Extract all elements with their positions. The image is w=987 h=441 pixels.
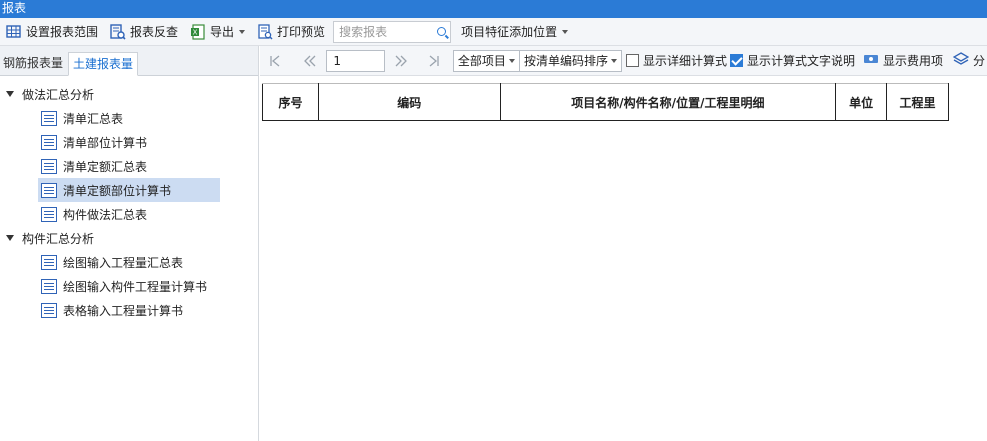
column-header-quantity: 工程里: [886, 83, 949, 121]
show-text-desc-checkbox[interactable]: [729, 54, 743, 67]
tree-group-label: 做法汇总分析: [22, 87, 95, 102]
tree-item-bill-part-calc[interactable]: 清单部位计算书: [38, 130, 220, 154]
first-page-icon[interactable]: [264, 50, 285, 72]
layers-icon: [952, 52, 970, 69]
left-panel: 钢筋报表量 土建报表量 做法汇总分析 清单汇总表 清单部位计算书 清单定额汇总表…: [0, 46, 259, 441]
tab-rebar-report[interactable]: 钢筋报表量: [0, 51, 68, 75]
sort-value: 按清单编码排序: [523, 54, 608, 68]
toolbar: 设置报表范围 报表反查 X 导出 打印预览 搜索报表 项目特征添加位置: [0, 18, 987, 46]
tree-item-bill-quota-part-calc[interactable]: 清单定额部位计算书: [38, 178, 220, 202]
feature-position-label: 项目特征添加位置: [461, 25, 558, 39]
print-preview-label: 打印预览: [277, 25, 326, 39]
chevron-down-icon: [610, 58, 617, 63]
tree-group-component-summary[interactable]: 构件汇总分析: [0, 226, 258, 250]
tree-item-label: 清单部位计算书: [63, 135, 148, 150]
report-check-button[interactable]: 报表反查: [106, 20, 182, 44]
chevron-down-icon: [562, 29, 569, 34]
report-table: 序号 编码 项目名称/构件名称/位置/工程里明细 单位 工程里: [262, 83, 949, 121]
page-number-input[interactable]: 1: [326, 49, 385, 72]
tab-civil-report[interactable]: 土建报表量: [68, 52, 139, 76]
show-detail-option[interactable]: 显示详细计算式: [622, 52, 727, 69]
project-filter-value: 全部项目: [457, 54, 506, 68]
expand-triangle-icon[interactable]: [6, 91, 14, 97]
last-page-icon[interactable]: [424, 50, 445, 72]
tree-item-bill-quota-summary[interactable]: 清单定额汇总表: [38, 154, 220, 178]
report-doc-icon: [41, 206, 57, 222]
column-header-code: 编码: [317, 83, 501, 121]
chevron-down-icon: [239, 29, 246, 34]
set-report-range-button[interactable]: 设置报表范围: [2, 20, 102, 44]
tree-item-table-quantity-calc[interactable]: 表格输入工程量计算书: [38, 298, 220, 322]
report-search-placeholder: 搜索报表: [339, 25, 388, 39]
show-detail-checkbox[interactable]: [625, 54, 639, 67]
report-view: 1 全部项目 按清单编码排序 显示详细计算式 显示计算式文字说明 显示费用项 分…: [260, 46, 987, 441]
report-doc-icon: [41, 158, 57, 174]
chevron-down-icon: [508, 58, 515, 63]
report-navbar: 1 全部项目 按清单编码排序 显示详细计算式 显示计算式文字说明 显示费用项 分: [260, 46, 987, 76]
column-header-name: 项目名称/构件名称/位置/工程里明细: [499, 83, 837, 121]
tree-item-drawing-quantity-summary[interactable]: 绘图输入工程量汇总表: [38, 250, 220, 274]
search-icon[interactable]: [437, 27, 447, 36]
set-report-range-label: 设置报表范围: [26, 25, 99, 39]
report-doc-icon: [41, 110, 57, 126]
report-doc-icon: [41, 254, 57, 270]
cost-icon: [863, 53, 879, 68]
tree-item-label: 构件做法汇总表: [63, 207, 148, 222]
print-preview-icon: [257, 23, 273, 40]
export-label: 导出: [210, 25, 235, 39]
show-cost-label: 显示费用项: [882, 54, 943, 68]
report-search-icon: [110, 23, 126, 40]
show-text-desc-option[interactable]: 显示计算式文字说明: [729, 52, 855, 69]
svg-text:X: X: [193, 28, 198, 36]
show-cost-button[interactable]: 显示费用项: [863, 52, 943, 69]
sort-select[interactable]: 按清单编码排序: [519, 49, 622, 72]
table-header-row: 序号 编码 项目名称/构件名称/位置/工程里明细 单位 工程里: [262, 83, 949, 121]
tree-item-label: 表格输入工程量计算书: [63, 303, 184, 318]
report-doc-icon: [41, 302, 57, 318]
grid-settings-icon: [6, 24, 22, 40]
export-button[interactable]: X 导出: [186, 20, 249, 44]
column-header-serial: 序号: [262, 83, 319, 121]
tree-item-component-method-summary[interactable]: 构件做法汇总表: [38, 202, 220, 226]
next-page-icon[interactable]: [391, 50, 412, 72]
layer-button[interactable]: 分: [952, 52, 986, 69]
report-doc-icon: [41, 278, 57, 294]
tree-item-bill-summary[interactable]: 清单汇总表: [38, 106, 220, 130]
report-tabs: 钢筋报表量 土建报表量: [0, 46, 258, 76]
report-doc-icon: [41, 182, 57, 198]
prev-page-icon[interactable]: [299, 50, 320, 72]
show-text-desc-label: 显示计算式文字说明: [746, 54, 855, 68]
tree-group-method-summary[interactable]: 做法汇总分析: [0, 82, 258, 106]
window-title: 报表: [0, 0, 987, 18]
feature-position-dropdown[interactable]: 项目特征添加位置: [457, 20, 572, 44]
tree-item-label: 绘图输入工程量汇总表: [63, 255, 184, 270]
print-preview-button[interactable]: 打印预览: [253, 20, 329, 44]
column-header-unit: 单位: [835, 83, 888, 121]
tree-item-label: 绘图输入构件工程量计算书: [63, 279, 208, 294]
excel-export-icon: X: [190, 23, 206, 40]
expand-triangle-icon[interactable]: [6, 235, 14, 241]
project-filter-select[interactable]: 全部项目: [452, 49, 520, 72]
tree-item-drawing-component-calc[interactable]: 绘图输入构件工程量计算书: [38, 274, 220, 298]
report-search-input[interactable]: 搜索报表: [333, 20, 452, 43]
tree-group-label: 构件汇总分析: [22, 231, 95, 246]
tree-item-label: 清单汇总表: [63, 111, 124, 126]
layer-label: 分: [973, 54, 986, 68]
report-check-label: 报表反查: [130, 25, 179, 39]
tree-item-label: 清单定额部位计算书: [63, 183, 172, 198]
report-doc-icon: [41, 134, 57, 150]
report-tree: 做法汇总分析 清单汇总表 清单部位计算书 清单定额汇总表 清单定额部位计算书 构…: [0, 76, 258, 322]
tree-item-label: 清单定额汇总表: [63, 159, 148, 174]
show-detail-label: 显示详细计算式: [642, 54, 727, 68]
